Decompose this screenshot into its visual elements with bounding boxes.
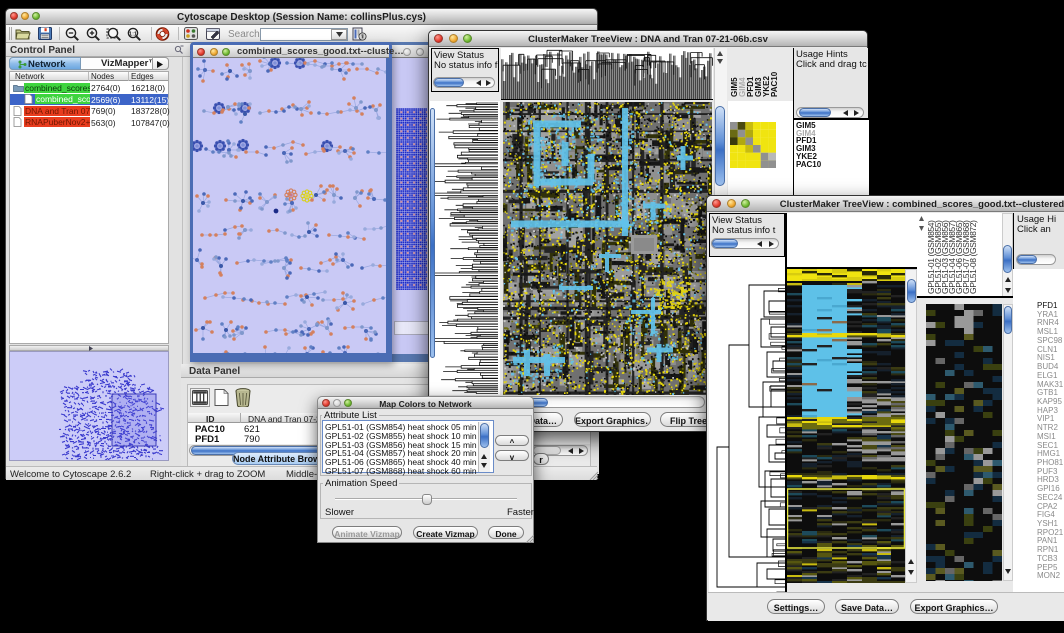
svg-text:1:1: 1:1 [129, 31, 137, 37]
